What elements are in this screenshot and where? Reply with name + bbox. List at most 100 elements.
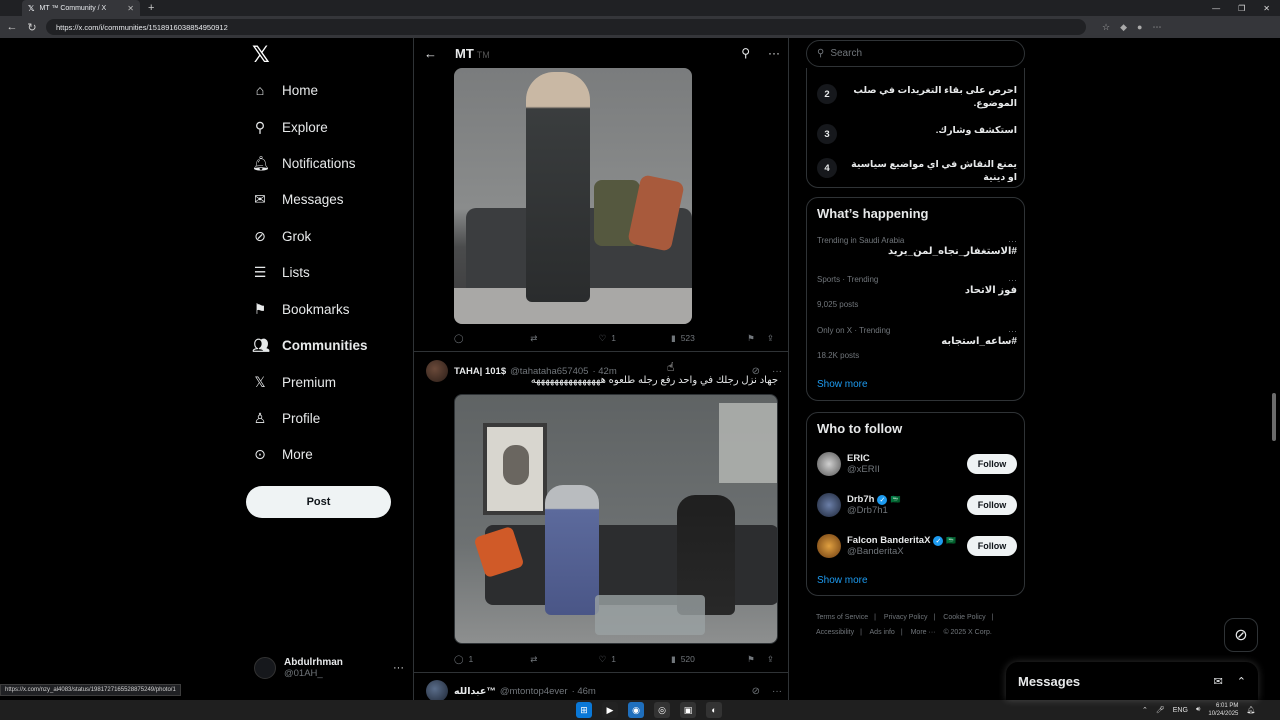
volume-icon[interactable]: 🔊︎	[1196, 706, 1200, 714]
grok-icon[interactable]: ⊘	[752, 686, 760, 697]
tweet-image[interactable]	[454, 68, 692, 324]
tweet-time[interactable]: · 46m	[572, 686, 596, 697]
reload-icon[interactable]: ↻	[26, 21, 38, 34]
show-more-link[interactable]: Show more	[817, 379, 868, 390]
trend-item[interactable]: Only on X · Trending ··· #ساعه_استجابه 1…	[817, 326, 1017, 360]
nav-messages[interactable]: ✉ Messages	[252, 191, 343, 208]
maximize-icon[interactable]: ❐	[1238, 4, 1245, 13]
footer-link[interactable]: Privacy Policy	[884, 614, 928, 621]
app-icon[interactable]: ▶	[602, 702, 618, 718]
trend-item[interactable]: Sports · Trending ··· فوز الاتحاد 9,025 …	[817, 275, 1017, 309]
nav-home[interactable]: ⌂ Home	[252, 82, 318, 98]
more-icon[interactable]: ···	[393, 662, 404, 674]
tweet-header: عبدالله™ @mtontop4ever · 46m ⊘ ···	[426, 680, 782, 700]
more-icon[interactable]: ···	[768, 46, 780, 60]
post-button[interactable]: Post	[246, 486, 391, 518]
nav-communities[interactable]: 👥︎ Communities	[252, 337, 368, 354]
nav-more[interactable]: ⊙ More	[252, 446, 313, 463]
footer-link[interactable]: Terms of Service	[816, 614, 868, 621]
nav-premium[interactable]: 𝕏 Premium	[252, 374, 336, 391]
extensions-icon[interactable]: ◆	[1120, 22, 1127, 33]
nav-grok[interactable]: ⊘ Grok	[252, 228, 311, 245]
like-button[interactable]: ♡ 1	[599, 654, 671, 665]
language-indicator[interactable]: ENG	[1173, 707, 1188, 714]
more-icon[interactable]: ···	[1008, 275, 1017, 285]
clock[interactable]: 6:01 PM 10/24/2025	[1208, 702, 1238, 718]
share-icon[interactable]: ⇪	[767, 654, 774, 665]
grok-float-button[interactable]: ⊘	[1224, 618, 1258, 652]
x-logo-icon[interactable]: 𝕏	[252, 42, 270, 68]
browser-app-icon[interactable]: ◉	[628, 702, 644, 718]
show-more-link[interactable]: Show more	[817, 575, 868, 586]
flag-icon: 🇸🇦	[890, 495, 901, 504]
menu-icon[interactable]: ⋯	[1152, 22, 1161, 33]
follow-suggestion[interactable]: Falcon BanderitaX ✓ 🇸🇦 @BanderitaX Follow	[817, 532, 1017, 560]
bookmark-icon[interactable]: ⚑	[747, 654, 755, 665]
scrollbar[interactable]	[1272, 393, 1276, 441]
browser-tab[interactable]: 𝕏 MT ™ Community / X ✕	[22, 0, 140, 16]
search-input[interactable]	[830, 48, 1011, 59]
nav-explore[interactable]: ⚲ Explore	[252, 119, 328, 136]
trend-item[interactable]: Trending in Saudi Arabia ··· #الاستغفار_…	[817, 236, 1017, 257]
footer-link[interactable]: Cookie Policy	[943, 614, 985, 621]
footer-link[interactable]: Ads info	[870, 629, 895, 636]
divider	[414, 351, 788, 352]
follow-button[interactable]: Follow	[967, 495, 1017, 515]
more-icon[interactable]: ···	[1008, 326, 1017, 336]
nav-label: More	[282, 447, 313, 462]
tweet-image[interactable]	[454, 394, 778, 644]
nav-notifications[interactable]: 🔔︎ Notifications	[252, 155, 356, 172]
nav-bookmarks[interactable]: ⚑ Bookmarks	[252, 301, 350, 318]
notification-icon[interactable]: 🔔︎	[1246, 706, 1255, 714]
back-arrow-icon[interactable]: ←	[424, 46, 437, 61]
windows-start-icon[interactable]: ⊞	[576, 702, 592, 718]
rule-number: 4	[817, 158, 837, 178]
follow-button[interactable]: Follow	[967, 536, 1017, 556]
follow-suggestion[interactable]: Drb7h ✓ 🇸🇦 @Drb7h1 Follow	[817, 491, 1017, 519]
close-tab-icon[interactable]: ✕	[127, 4, 134, 13]
search-icon[interactable]: ⚲	[741, 46, 750, 60]
new-tab-icon[interactable]: +	[148, 2, 154, 14]
minimize-icon[interactable]: —	[1212, 4, 1220, 13]
app-icon[interactable]: ◎	[654, 702, 670, 718]
follow-suggestion[interactable]: ERIC @xERII Follow	[817, 450, 1017, 478]
app-icon[interactable]: ◐	[706, 702, 722, 718]
back-icon[interactable]: ←	[6, 21, 18, 33]
views-button[interactable]: ▮ 523	[671, 333, 747, 344]
share-icon[interactable]: ⇪	[767, 333, 774, 344]
close-window-icon[interactable]: ✕	[1263, 4, 1270, 13]
who-to-follow-card: Who to follow ERIC @xERII Follow Drb7h ✓ 🇸…	[806, 412, 1025, 596]
profile-icon[interactable]: ●	[1137, 22, 1142, 33]
nav-lists[interactable]: ☰ Lists	[252, 264, 310, 281]
mic-icon[interactable]: 🎤︎	[1156, 706, 1165, 714]
search-box[interactable]: ⚲	[806, 40, 1025, 67]
reply-button[interactable]: ◯ 1	[454, 654, 530, 665]
retweet-button[interactable]: ⇄	[530, 654, 598, 665]
more-icon[interactable]: ···	[772, 686, 782, 697]
tweet-author-handle[interactable]: @mtontop4ever	[500, 686, 568, 697]
tweet-author-name[interactable]: عبدالله™	[454, 686, 496, 697]
expand-icon[interactable]: ⌃	[1237, 675, 1246, 688]
star-icon[interactable]: ☆	[1102, 22, 1110, 33]
app-icon[interactable]: ▣	[680, 702, 696, 718]
tray-chevron-icon[interactable]: ⌃	[1142, 706, 1148, 714]
reply-button[interactable]: ◯	[454, 333, 530, 344]
url-field[interactable]: https://x.com/i/communities/151891603885…	[46, 19, 1086, 35]
bookmark-icon[interactable]: ⚑	[747, 333, 755, 344]
more-icon[interactable]: ···	[1008, 236, 1017, 246]
nav-profile[interactable]: ♙ Profile	[252, 410, 321, 427]
like-button[interactable]: ♡ 1	[599, 333, 671, 344]
new-message-icon[interactable]: ✉	[1214, 675, 1223, 688]
retweet-button[interactable]: ⇄	[530, 333, 598, 344]
follow-button[interactable]: Follow	[967, 454, 1017, 474]
views-button[interactable]: ▮ 520	[671, 654, 747, 665]
community-timeline: ← MT TM ⚲ ··· ◯ ⇄ ♡ 1 ▮ 523 ⚑ ⇪ TAHA| 101$	[413, 38, 789, 700]
avatar[interactable]	[426, 360, 448, 382]
avatar[interactable]	[426, 680, 448, 700]
messages-drawer[interactable]: Messages ✉ ⌃	[1006, 662, 1258, 700]
follow-name: Falcon BanderitaX ✓ 🇸🇦	[847, 535, 957, 546]
follow-name: Drb7h ✓ 🇸🇦	[847, 494, 901, 505]
footer-link[interactable]: Accessibility	[816, 629, 854, 636]
account-switcher[interactable]: Abdulrhman @01AH_ ···	[254, 652, 404, 684]
footer-link[interactable]: More ···	[911, 629, 936, 636]
